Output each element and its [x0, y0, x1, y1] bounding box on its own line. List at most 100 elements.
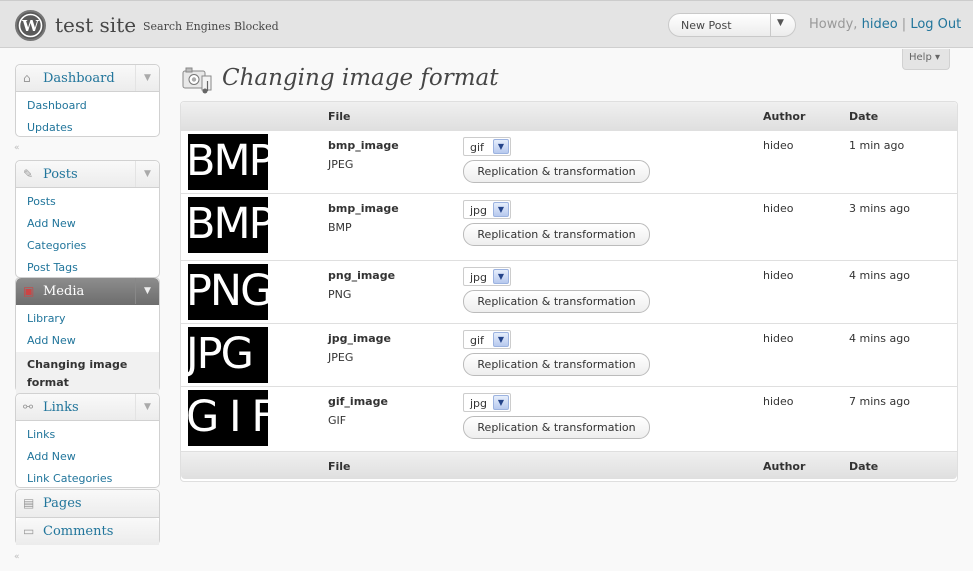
favorite-actions-dropdown[interactable]: New Post ▼ [668, 13, 796, 37]
column-footer-date[interactable]: Date [849, 460, 878, 473]
menu-label-pages[interactable]: Pages [43, 496, 82, 511]
file-type: PNG [328, 288, 352, 301]
file-name-link[interactable]: jpg_image [328, 332, 391, 345]
author-name: hideo [763, 202, 794, 215]
menu-top-media[interactable]: ▣ Media ▼ [16, 278, 159, 305]
menu-top-pages[interactable]: ▤ Pages [16, 490, 159, 517]
menu-top-dashboard[interactable]: ⌂ Dashboard ▼ [16, 65, 159, 92]
column-header-file[interactable]: File [328, 110, 351, 123]
format-select-value: jpg [470, 397, 488, 410]
dropdown-arrow-icon[interactable]: ▼ [777, 18, 784, 28]
submenu-item-add-new-link[interactable]: Add New [16, 446, 159, 468]
submenu-item-updates[interactable]: Updates [16, 117, 159, 139]
format-select[interactable]: gif ▼ [463, 330, 511, 349]
menu-posts: ✎ Posts ▼ Posts Add New Categories Post … [15, 160, 160, 278]
thumbnail-text: JPG [188, 329, 254, 379]
submenu-links: Links Add New Link Categories [16, 421, 159, 493]
menu-links: ⚯ Links ▼ Links Add New Link Categories [15, 393, 160, 488]
pin-icon: ✎ [23, 167, 34, 181]
table-footer: File Author Date [181, 451, 957, 479]
submenu-item-changing-image-format[interactable]: Changing image format [16, 352, 159, 397]
thumbnail-text: G I F [188, 392, 268, 442]
file-name-link[interactable]: bmp_image [328, 139, 399, 152]
submenu-item-categories[interactable]: Categories [16, 235, 159, 257]
table-row: JPG jpg_image JPEG gif ▼ Replication & transf… [181, 323, 957, 386]
favorite-action-label[interactable]: New Post [681, 19, 732, 32]
image-thumbnail[interactable]: BMP [188, 134, 268, 190]
image-thumbnail[interactable]: PNG [188, 264, 268, 320]
media-camera-icon [182, 66, 214, 96]
submenu-item-library[interactable]: Library [16, 308, 159, 330]
image-thumbnail[interactable]: BMP [188, 197, 268, 253]
replication-transformation-button[interactable]: Replication & transformation [463, 353, 650, 376]
menu-media: ▣ Media ▼ Library Add New Changing image… [15, 277, 160, 397]
header-separator: | [901, 17, 907, 32]
format-select[interactable]: jpg ▼ [463, 393, 511, 412]
menu-label-comments[interactable]: Comments [43, 524, 113, 539]
dropdown-divider [770, 14, 771, 36]
author-name: hideo [763, 332, 794, 345]
file-type: BMP [328, 221, 352, 234]
menu-top-links[interactable]: ⚯ Links ▼ [16, 394, 159, 421]
chevron-down-icon[interactable]: ▼ [135, 65, 159, 91]
menu-label-media[interactable]: Media [43, 284, 84, 299]
format-select[interactable]: gif ▼ [463, 137, 511, 156]
column-header-author[interactable]: Author [763, 110, 805, 123]
collapse-arrow-icon[interactable]: « [14, 552, 20, 562]
wordpress-logo-icon[interactable]: W [15, 10, 46, 41]
format-select[interactable]: jpg ▼ [463, 267, 511, 286]
menu-top-posts[interactable]: ✎ Posts ▼ [16, 161, 159, 188]
image-thumbnail[interactable]: JPG [188, 327, 268, 383]
submenu-item-add-new-media[interactable]: Add New [16, 330, 159, 352]
menu-label-dashboard[interactable]: Dashboard [43, 71, 115, 86]
image-thumbnail[interactable]: G I F [188, 390, 268, 446]
select-arrow-icon[interactable]: ▼ [493, 395, 509, 410]
menu-label-posts[interactable]: Posts [43, 167, 78, 182]
file-name-link[interactable]: png_image [328, 269, 395, 282]
chevron-down-icon[interactable]: ▼ [135, 394, 159, 420]
submenu-item-links[interactable]: Links [16, 424, 159, 446]
collapse-arrow-icon[interactable]: « [14, 143, 20, 153]
logout-link[interactable]: Log Out [910, 17, 961, 32]
menu-label-links[interactable]: Links [43, 400, 79, 415]
select-arrow-icon[interactable]: ▼ [493, 332, 509, 347]
pages-icon: ▤ [23, 496, 35, 510]
replication-transformation-button[interactable]: Replication & transformation [463, 160, 650, 183]
column-footer-author[interactable]: Author [763, 460, 805, 473]
format-select[interactable]: jpg ▼ [463, 200, 511, 219]
replication-transformation-button[interactable]: Replication & transformation [463, 416, 650, 439]
howdy-text: Howdy, [809, 17, 858, 32]
site-title[interactable]: test site [55, 13, 136, 37]
select-arrow-icon[interactable]: ▼ [493, 269, 509, 284]
file-name-link[interactable]: bmp_image [328, 202, 399, 215]
help-button[interactable]: Help ▾ [902, 49, 950, 70]
chevron-down-icon[interactable]: ▼ [135, 161, 159, 187]
admin-header: W test site Search Engines Blocked New P… [0, 0, 973, 48]
thumbnail-text: PNG [188, 266, 268, 316]
media-table: File Author Date BMP bmp_image JPEG gif ▼ Rep… [180, 101, 958, 482]
table-row: G I F gif_image GIF jpg ▼ Replication & trans… [181, 386, 957, 451]
select-arrow-icon[interactable]: ▼ [493, 202, 509, 217]
search-engines-blocked-notice[interactable]: Search Engines Blocked [143, 20, 279, 33]
link-icon: ⚯ [23, 400, 34, 414]
submenu-media: Library Add New Changing image format [16, 305, 159, 400]
submenu-item-dashboard[interactable]: Dashboard [16, 95, 159, 117]
submenu-item-post-tags[interactable]: Post Tags [16, 257, 159, 279]
submenu-item-posts[interactable]: Posts [16, 191, 159, 213]
menu-top-comments[interactable]: ▭ Comments [16, 518, 159, 545]
file-name-link[interactable]: gif_image [328, 395, 388, 408]
table-header: File Author Date [181, 102, 957, 130]
chevron-down-icon[interactable]: ▼ [135, 278, 159, 304]
replication-transformation-button[interactable]: Replication & transformation [463, 223, 650, 246]
date-value: 4 mins ago [849, 269, 910, 282]
column-footer-file[interactable]: File [328, 460, 351, 473]
username-link[interactable]: hideo [862, 17, 898, 32]
column-header-date[interactable]: Date [849, 110, 878, 123]
submenu-item-link-categories[interactable]: Link Categories [16, 468, 159, 490]
submenu-item-add-new-post[interactable]: Add New [16, 213, 159, 235]
format-select-value: gif [470, 141, 484, 154]
file-type: JPEG [328, 158, 354, 171]
replication-transformation-button[interactable]: Replication & transformation [463, 290, 650, 313]
file-type: GIF [328, 414, 347, 427]
select-arrow-icon[interactable]: ▼ [493, 139, 509, 154]
